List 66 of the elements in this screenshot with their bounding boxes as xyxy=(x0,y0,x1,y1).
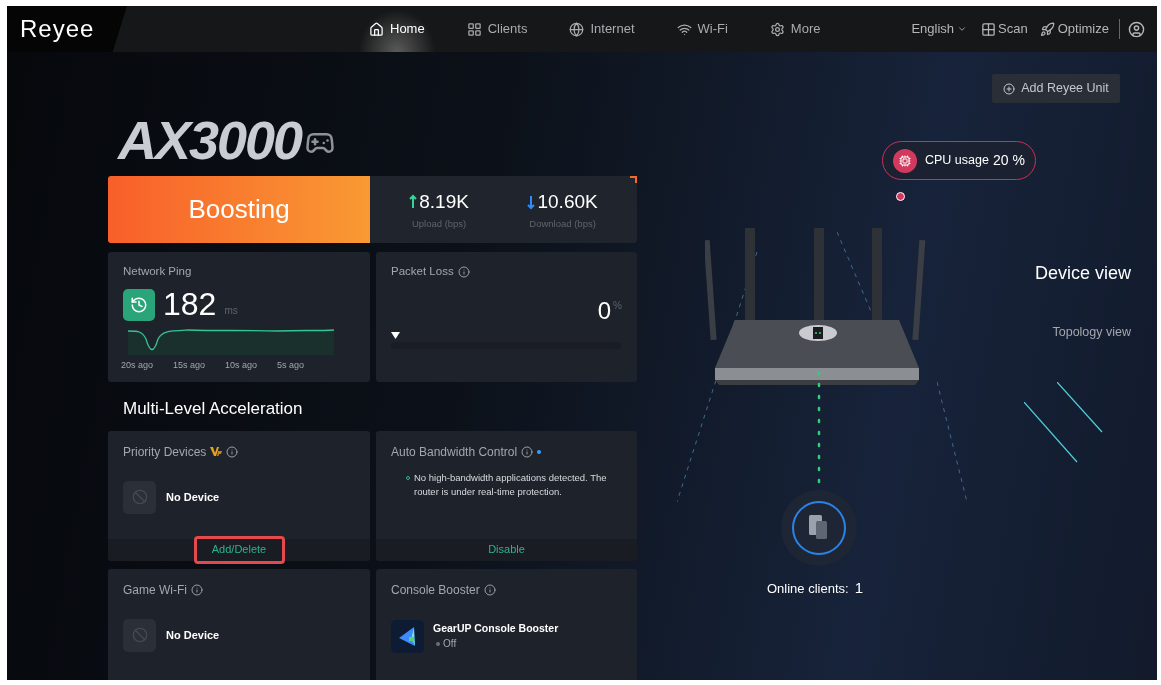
nav-tab[interactable]: Clients xyxy=(452,6,542,52)
no-device-text: No Device xyxy=(166,627,220,643)
app-name: GearUP Console Booster xyxy=(433,620,559,636)
card-title: Game Wi-Fi xyxy=(123,581,187,599)
speed-value: 8.19K xyxy=(419,190,469,215)
card-title: Packet Loss xyxy=(391,264,454,279)
ping-value: 182 xyxy=(163,287,217,322)
speed-label: Download (bps) xyxy=(529,216,596,231)
time-label: 5s ago xyxy=(277,359,305,373)
plus-icon xyxy=(1003,82,1016,95)
cpu-label: CPU usage xyxy=(925,152,989,170)
online-clients-label: Online clients: xyxy=(767,579,849,598)
settings-icon xyxy=(769,21,785,37)
boost-status-text: Boosting xyxy=(188,193,290,226)
client-devices-icon[interactable] xyxy=(780,489,858,567)
info-icon[interactable] xyxy=(521,445,534,458)
online-clients-count: 1 xyxy=(854,578,863,598)
scan-button[interactable]: Scan xyxy=(981,19,1028,39)
grid-icon xyxy=(466,21,482,37)
time-label: 10s ago xyxy=(225,359,258,373)
app-status: Off xyxy=(443,637,457,652)
no-device-text: No Device xyxy=(166,489,220,505)
empty-device-icon xyxy=(123,480,156,514)
scan-icon xyxy=(981,21,997,37)
nav-tab[interactable]: More xyxy=(755,6,835,52)
empty-device-icon xyxy=(123,618,156,652)
packet-loss-value: 0 xyxy=(597,298,612,325)
corner-mark xyxy=(630,176,637,183)
card-title: Priority Devices xyxy=(123,443,207,461)
caret-icon xyxy=(957,24,968,34)
download-arrow-icon xyxy=(527,194,536,211)
light-streak xyxy=(1024,402,1078,463)
percent-unit: % xyxy=(613,299,622,314)
section-title: Multi-Level Acceleration xyxy=(123,398,304,420)
nav-tab[interactable]: Wi-Fi xyxy=(662,6,742,52)
time-label: 20s ago xyxy=(121,359,154,373)
upload-arrow-icon xyxy=(409,194,418,211)
info-icon[interactable] xyxy=(483,583,496,596)
language-dropdown[interactable]: English xyxy=(911,19,968,39)
rocket-icon xyxy=(1039,21,1055,37)
card-title: Console Booster xyxy=(391,581,480,599)
view-tab[interactable]: Topology view xyxy=(1052,323,1131,342)
info-icon[interactable] xyxy=(457,265,470,278)
view-tab[interactable]: Device view xyxy=(1034,260,1131,287)
home-icon xyxy=(369,21,384,37)
wifi-icon xyxy=(676,21,692,37)
light-streak xyxy=(1057,382,1103,433)
nav-tab[interactable]: Internet xyxy=(555,6,649,52)
card-title: Network Ping xyxy=(123,264,193,279)
history-icon xyxy=(123,289,155,322)
speed-value: 10.60K xyxy=(537,190,598,215)
ping-unit: ms xyxy=(224,304,238,319)
time-label: 15s ago xyxy=(173,359,206,373)
card-action-link[interactable]: Add/Delete xyxy=(193,535,285,564)
cpu-icon xyxy=(893,148,917,173)
user-icon[interactable] xyxy=(1128,20,1145,38)
card-title: Auto Bandwidth Control xyxy=(391,443,518,461)
status-message: No high-bandwidth applications detected. The router is under real-time protection. xyxy=(414,470,607,499)
cpu-value: 20 % xyxy=(992,151,1025,170)
optimize-button[interactable]: Optimize xyxy=(1039,19,1120,39)
info-icon[interactable] xyxy=(226,445,239,458)
add-unit-button[interactable]: Add Reyee Unit xyxy=(992,74,1120,103)
app-logo-icon xyxy=(391,619,424,653)
info-icon[interactable] xyxy=(191,583,203,596)
product-logo: AX3000 xyxy=(118,110,302,170)
globe-icon xyxy=(569,21,585,37)
